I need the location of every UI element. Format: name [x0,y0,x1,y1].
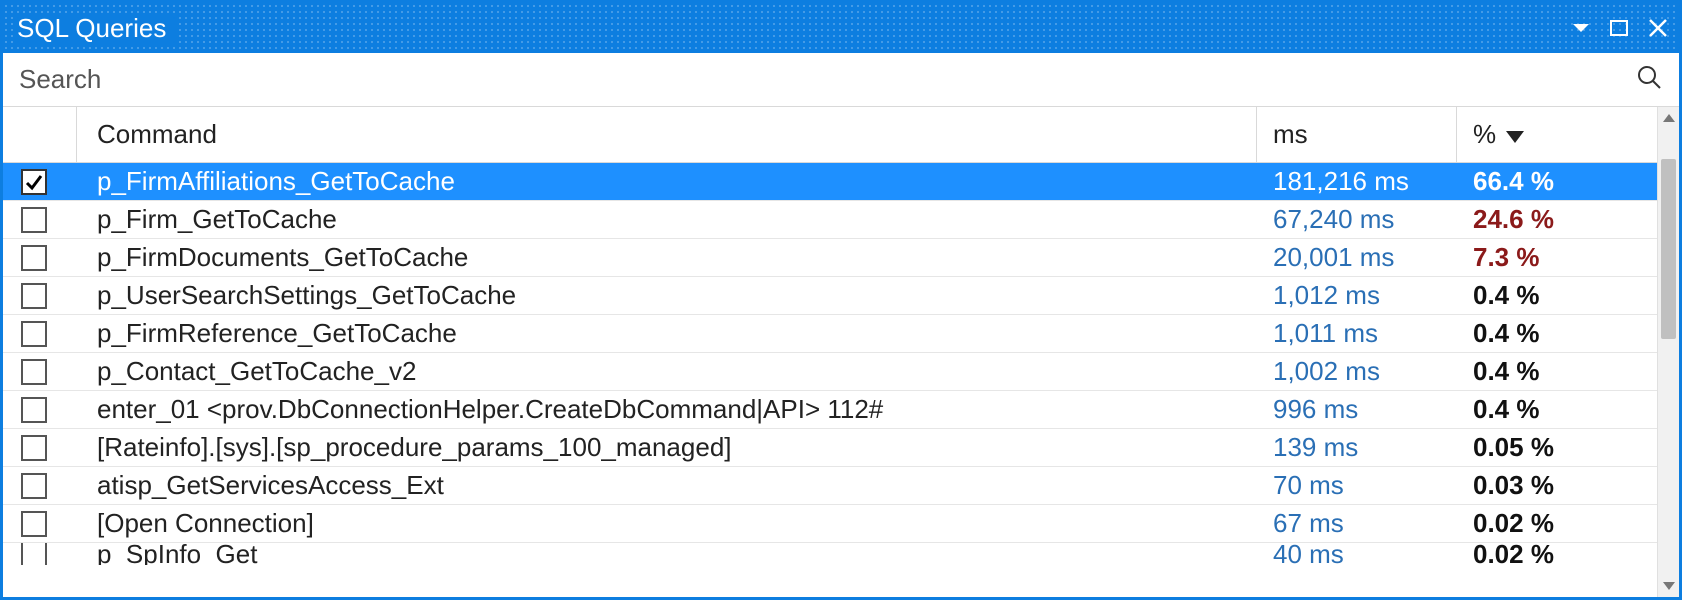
row-command: [Open Connection] [77,508,1257,539]
row-checkbox[interactable] [21,511,47,537]
row-ms: 1,002 ms [1257,356,1457,387]
row-percent: 66.4 % [1457,166,1657,197]
maximize-icon[interactable] [1609,18,1629,38]
scroll-up-icon[interactable] [1658,107,1679,129]
row-command: p_FirmReference_GetToCache [77,318,1257,349]
table-row[interactable]: [Rateinfo].[sys].[sp_procedure_params_10… [3,429,1657,467]
row-command: p_Firm_GetToCache [77,204,1257,235]
row-checkbox[interactable] [21,207,47,233]
column-header-percent[interactable]: % [1457,107,1657,163]
row-checkbox-cell[interactable] [3,207,77,233]
row-checkbox[interactable] [21,473,47,499]
table-row[interactable]: p_FirmReference_GetToCache1,011 ms0.4 % [3,315,1657,353]
table-row[interactable]: p_UserSearchSettings_GetToCache1,012 ms0… [3,277,1657,315]
sort-desc-icon [1506,119,1524,150]
row-checkbox-cell[interactable] [3,321,77,347]
close-icon[interactable] [1647,17,1669,39]
table-row[interactable]: p_Firm_GetToCache67,240 ms24.6 % [3,201,1657,239]
table-row[interactable]: p_FirmDocuments_GetToCache20,001 ms7.3 % [3,239,1657,277]
titlebar[interactable]: SQL Queries [3,3,1679,53]
table-row[interactable]: enter_01 <prov.DbConnectionHelper.Create… [3,391,1657,429]
row-command: p_FirmDocuments_GetToCache [77,242,1257,273]
row-checkbox-cell[interactable] [3,435,77,461]
scroll-thumb[interactable] [1661,159,1676,339]
table-header: Command ms % [3,107,1657,163]
row-checkbox-cell[interactable] [3,543,77,565]
search-icon[interactable] [1635,63,1663,96]
row-command: [Rateinfo].[sys].[sp_procedure_params_10… [77,432,1257,463]
row-percent: 24.6 % [1457,204,1657,235]
row-percent: 0.4 % [1457,318,1657,349]
sql-queries-panel: SQL Queries Command ms % [0,0,1682,600]
row-checkbox-cell[interactable] [3,283,77,309]
table-row[interactable]: atisp_GetServicesAccess_Ext70 ms0.03 % [3,467,1657,505]
row-ms: 996 ms [1257,394,1457,425]
table-row[interactable]: p_Contact_GetToCache_v21,002 ms0.4 % [3,353,1657,391]
row-ms: 40 ms [1257,543,1457,565]
row-command: enter_01 <prov.DbConnectionHelper.Create… [77,394,1257,425]
row-checkbox[interactable] [21,245,47,271]
column-header-ms[interactable]: ms [1257,107,1457,163]
row-command: atisp_GetServicesAccess_Ext [77,470,1257,501]
row-checkbox-cell[interactable] [3,511,77,537]
row-checkbox[interactable] [21,321,47,347]
row-checkbox[interactable] [21,359,47,385]
row-checkbox[interactable] [21,397,47,423]
row-checkbox-cell[interactable] [3,359,77,385]
row-ms: 70 ms [1257,470,1457,501]
table-row[interactable]: p_FirmAffiliations_GetToCache181,216 ms6… [3,163,1657,201]
row-percent: 7.3 % [1457,242,1657,273]
minimize-icon[interactable] [1571,18,1591,38]
search-input[interactable] [19,64,1625,95]
row-command: p_Contact_GetToCache_v2 [77,356,1257,387]
row-percent: 0.03 % [1457,470,1657,501]
scroll-down-icon[interactable] [1658,575,1679,597]
row-ms: 1,012 ms [1257,280,1457,311]
row-checkbox-cell[interactable] [3,397,77,423]
window-title: SQL Queries [17,13,176,44]
table-rows: p_FirmAffiliations_GetToCache181,216 ms6… [3,163,1657,597]
row-checkbox[interactable] [21,543,47,565]
row-percent: 0.4 % [1457,394,1657,425]
row-ms: 67 ms [1257,508,1457,539]
row-percent: 0.4 % [1457,280,1657,311]
scroll-track[interactable] [1658,129,1679,575]
row-checkbox-cell[interactable] [3,169,77,195]
row-percent: 0.02 % [1457,508,1657,539]
row-percent: 0.4 % [1457,356,1657,387]
row-command: p_UserSearchSettings_GetToCache [77,280,1257,311]
row-ms: 1,011 ms [1257,318,1457,349]
table-row[interactable]: [Open Connection]67 ms0.02 % [3,505,1657,543]
row-checkbox-cell[interactable] [3,473,77,499]
column-header-checkbox[interactable] [3,107,77,163]
row-ms: 20,001 ms [1257,242,1457,273]
row-checkbox[interactable] [21,283,47,309]
row-ms: 181,216 ms [1257,166,1457,197]
column-header-command[interactable]: Command [77,107,1257,163]
search-bar [3,53,1679,107]
row-checkbox-cell[interactable] [3,245,77,271]
row-percent: 0.02 % [1457,543,1657,565]
row-command: p_FirmAffiliations_GetToCache [77,166,1257,197]
row-percent: 0.05 % [1457,432,1657,463]
row-checkbox[interactable] [21,435,47,461]
row-ms: 139 ms [1257,432,1457,463]
table-row[interactable]: p_SpInfo_Get40 ms0.02 % [3,543,1657,565]
query-table: Command ms % p_FirmAffiliations_GetToCac… [3,107,1679,597]
row-ms: 67,240 ms [1257,204,1457,235]
row-checkbox[interactable] [21,169,47,195]
vertical-scrollbar[interactable] [1657,107,1679,597]
row-command: p_SpInfo_Get [77,543,1257,565]
